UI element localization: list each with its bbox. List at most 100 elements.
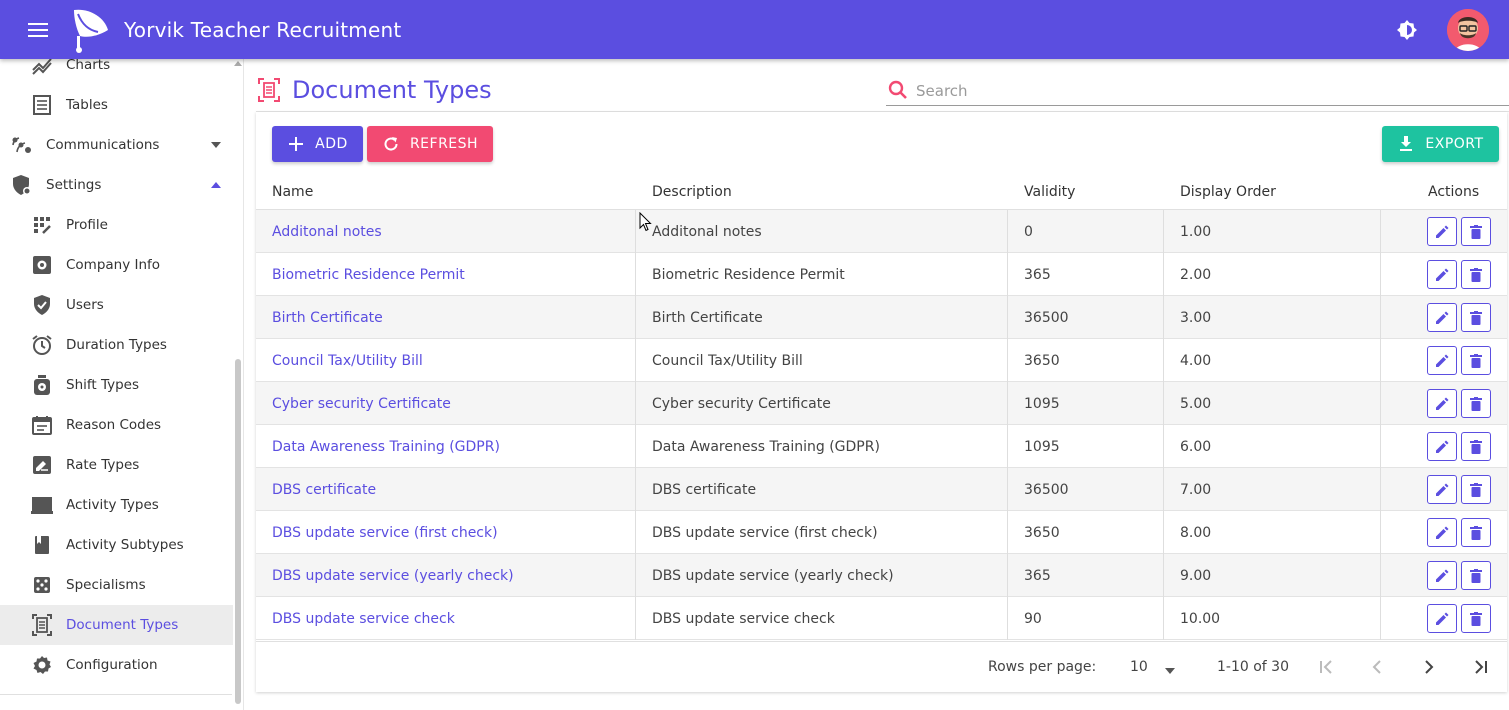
table-row[interactable]: DBS update service (yearly check) DBS upd… bbox=[256, 554, 1507, 597]
edit-button[interactable] bbox=[1427, 475, 1457, 504]
chevron-down-icon[interactable] bbox=[1165, 662, 1177, 674]
column-divider bbox=[1163, 296, 1164, 339]
export-button-label: EXPORT bbox=[1425, 136, 1484, 152]
menu-icon[interactable] bbox=[18, 10, 58, 50]
column-header-display-order[interactable]: Display Order bbox=[1180, 184, 1276, 200]
delete-button[interactable] bbox=[1461, 518, 1491, 547]
next-page-icon[interactable] bbox=[1418, 656, 1440, 678]
column-divider bbox=[635, 597, 636, 640]
document-type-name-link[interactable]: Data Awareness Training (GDPR) bbox=[272, 425, 500, 468]
trash-icon bbox=[1470, 267, 1482, 282]
document-type-name-link[interactable]: DBS update service (first check) bbox=[272, 511, 498, 554]
sidebar-item-duration-types[interactable]: Duration Types bbox=[0, 325, 233, 365]
edit-button[interactable] bbox=[1427, 346, 1457, 375]
column-header-description[interactable]: Description bbox=[652, 184, 732, 200]
sidebar-item-reason-codes[interactable]: Reason Codes bbox=[0, 405, 233, 445]
sidebar-scroll-up-arrow[interactable] bbox=[234, 61, 242, 66]
delete-button[interactable] bbox=[1461, 389, 1491, 418]
sidebar-item-label: Reason Codes bbox=[66, 417, 162, 433]
table-row[interactable]: DBS certificate DBS certificate 36500 7.00 bbox=[256, 468, 1507, 511]
column-divider bbox=[1163, 511, 1164, 554]
edit-button[interactable] bbox=[1427, 432, 1457, 461]
delete-button[interactable] bbox=[1461, 475, 1491, 504]
sidebar-item-activity-subtypes[interactable]: Activity Subtypes bbox=[0, 525, 233, 565]
sidebar-item-label: Users bbox=[66, 297, 104, 313]
add-button[interactable]: ADD bbox=[272, 126, 363, 162]
previous-page-icon[interactable] bbox=[1366, 656, 1388, 678]
column-divider bbox=[1380, 382, 1381, 425]
edit-button[interactable] bbox=[1427, 518, 1457, 547]
document-type-name-link[interactable]: DBS certificate bbox=[272, 468, 376, 511]
sidebar-item-settings[interactable]: Settings bbox=[0, 165, 233, 205]
document-type-name-link[interactable]: DBS update service check bbox=[272, 597, 455, 640]
sidebar-item-company-info[interactable]: Company Info bbox=[0, 245, 233, 285]
sidebar-item-label: Profile bbox=[66, 217, 108, 233]
document-type-description: Additonal notes bbox=[652, 223, 762, 240]
trash-icon bbox=[1470, 310, 1482, 325]
delete-button[interactable] bbox=[1461, 303, 1491, 332]
sidebar-item-communications[interactable]: Communications bbox=[0, 125, 233, 165]
sidebar-item-shift-types[interactable]: Shift Types bbox=[0, 365, 233, 405]
first-page-icon[interactable] bbox=[1315, 656, 1337, 678]
table-row[interactable]: Council Tax/Utility Bill Council Tax/Util… bbox=[256, 339, 1507, 382]
sidebar-scrollbar[interactable] bbox=[235, 359, 241, 704]
document-type-name-link[interactable]: Biometric Residence Permit bbox=[272, 253, 465, 296]
sidebar-item-label: Document Types bbox=[66, 617, 179, 633]
table-row[interactable]: DBS update service check DBS update servi… bbox=[256, 597, 1507, 640]
theme-toggle-icon[interactable] bbox=[1387, 10, 1427, 50]
table-row[interactable]: Birth Certificate Birth Certificate 36500 3… bbox=[256, 296, 1507, 339]
document-type-validity: 1095 bbox=[1024, 438, 1060, 455]
sidebar-item-label: Company Info bbox=[66, 257, 161, 273]
document-type-display-order: 3.00 bbox=[1180, 309, 1212, 326]
sidebar-item-document-types[interactable]: Document Types bbox=[0, 605, 233, 645]
document-type-display-order: 6.00 bbox=[1180, 438, 1212, 455]
delete-button[interactable] bbox=[1461, 604, 1491, 633]
sidebar-item-tables[interactable]: Tables bbox=[0, 85, 233, 125]
document-type-name-link[interactable]: Cyber security Certificate bbox=[272, 382, 451, 425]
delete-button[interactable] bbox=[1461, 561, 1491, 590]
table-row[interactable]: Cyber security Certificate Cyber security… bbox=[256, 382, 1507, 425]
delete-button[interactable] bbox=[1461, 260, 1491, 289]
document-types-card: ADD REFRESH EXPORT Name Description Vali… bbox=[256, 112, 1507, 692]
table-row[interactable]: Additonal notes Additonal notes 0 1.00 bbox=[256, 210, 1507, 253]
edit-button[interactable] bbox=[1427, 604, 1457, 633]
table-row[interactable]: Biometric Residence Permit Biometric Resi… bbox=[256, 253, 1507, 296]
document-type-name-link[interactable]: DBS update service (yearly check) bbox=[272, 554, 514, 597]
document-type-display-order: 9.00 bbox=[1180, 567, 1212, 584]
search-input[interactable] bbox=[916, 79, 1496, 103]
sidebar-item-activity-types[interactable]: Activity Types bbox=[0, 485, 233, 525]
document-type-name-link[interactable]: Council Tax/Utility Bill bbox=[272, 339, 423, 382]
edit-button[interactable] bbox=[1427, 389, 1457, 418]
refresh-button[interactable]: REFRESH bbox=[367, 126, 493, 162]
column-divider bbox=[1007, 425, 1008, 468]
edit-button[interactable] bbox=[1427, 217, 1457, 246]
edit-button[interactable] bbox=[1427, 561, 1457, 590]
sidebar-item-profile[interactable]: Profile bbox=[0, 205, 233, 245]
refresh-icon bbox=[382, 135, 400, 153]
document-type-validity: 0 bbox=[1024, 223, 1033, 240]
column-header-validity[interactable]: Validity bbox=[1024, 184, 1075, 200]
delete-button[interactable] bbox=[1461, 346, 1491, 375]
export-button[interactable]: EXPORT bbox=[1382, 126, 1499, 162]
gear-icon bbox=[31, 654, 53, 676]
sidebar-item-configuration[interactable]: Configuration bbox=[0, 645, 233, 685]
edit-button[interactable] bbox=[1427, 303, 1457, 332]
rows-per-page-select[interactable]: 10 bbox=[1130, 659, 1148, 675]
last-page-icon[interactable] bbox=[1470, 656, 1492, 678]
document-type-display-order: 10.00 bbox=[1180, 610, 1221, 627]
search-icon bbox=[888, 80, 908, 100]
laptop-icon bbox=[31, 494, 53, 516]
delete-button[interactable] bbox=[1461, 432, 1491, 461]
document-type-name-link[interactable]: Birth Certificate bbox=[272, 296, 383, 339]
column-header-name[interactable]: Name bbox=[272, 184, 313, 200]
table-row[interactable]: DBS update service (first check) DBS upda… bbox=[256, 511, 1507, 554]
sidebar-item-rate-types[interactable]: Rate Types bbox=[0, 445, 233, 485]
delete-button[interactable] bbox=[1461, 217, 1491, 246]
document-type-name-link[interactable]: Additonal notes bbox=[272, 210, 382, 253]
avatar[interactable] bbox=[1447, 8, 1489, 51]
sidebar-item-users[interactable]: Users bbox=[0, 285, 233, 325]
table-row[interactable]: Data Awareness Training (GDPR) Data Aware… bbox=[256, 425, 1507, 468]
edit-button[interactable] bbox=[1427, 260, 1457, 289]
sidebar-item-charts[interactable]: Charts bbox=[0, 59, 233, 85]
sidebar-item-specialisms[interactable]: Specialisms bbox=[0, 565, 233, 605]
